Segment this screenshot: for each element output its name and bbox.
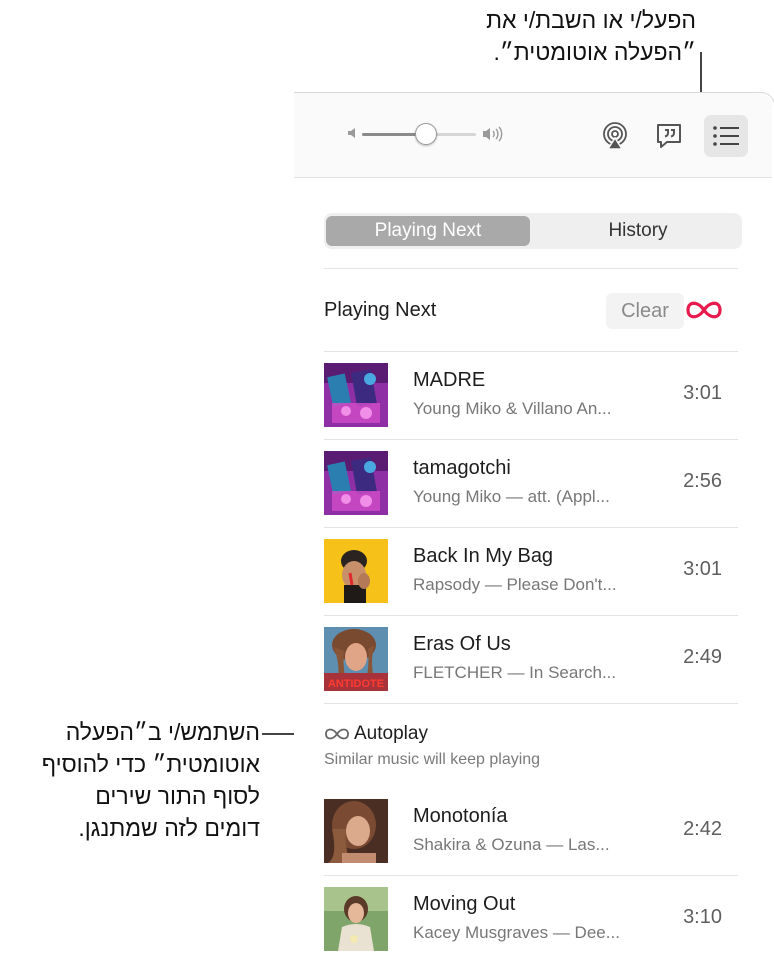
queue-tabs: Playing Next History: [324, 213, 742, 249]
autoplay-track-row[interactable]: Moving Out Kacey Musgraves — Dee... 3:10: [324, 875, 738, 961]
toolbar-divider: [294, 177, 772, 178]
track-subtitle: FLETCHER — In Search...: [413, 663, 617, 682]
track-title: Moving Out: [413, 893, 516, 915]
album-artwork: ANTIDOTE: [324, 627, 388, 691]
callout-enable-autoplay: הפעל/י או השבת/י את ״הפעלה אוטומטית״.: [486, 4, 696, 68]
queue-track-row[interactable]: MADRE Young Miko & Villano An... 3:01: [324, 351, 738, 437]
track-duration: 3:01: [683, 382, 722, 404]
album-art-text: ANTIDOTE: [328, 678, 384, 690]
clear-button[interactable]: Clear: [606, 293, 684, 329]
track-title: Eras Of Us: [413, 633, 511, 655]
track-duration: 2:42: [683, 818, 722, 840]
toolbar: [294, 93, 772, 177]
volume-high-icon: [483, 126, 503, 142]
infinity-icon: [325, 728, 349, 740]
track-duration: 2:56: [683, 470, 722, 492]
section-title: Playing Next: [324, 299, 437, 321]
track-title: MADRE: [413, 369, 486, 391]
track-subtitle: Shakira & Ozuna — Las...: [413, 835, 610, 854]
queue-track-row[interactable]: Back In My Bag Rapsody — Please Don't...…: [324, 527, 738, 613]
queue-button[interactable]: [704, 115, 748, 157]
autoplay-toggle-infinity-icon[interactable]: [684, 297, 724, 323]
queue-track-row[interactable]: tamagotchi Young Miko — att. (Appl... 2:…: [324, 439, 738, 525]
track-duration: 2:49: [683, 646, 722, 668]
autoplay-label: Autoplay: [354, 723, 428, 744]
callout-line: ״הפעלה אוטומטית״.: [493, 39, 696, 65]
album-artwork: [324, 363, 388, 427]
volume-slider[interactable]: [362, 123, 476, 145]
tab-history[interactable]: History: [536, 216, 740, 246]
album-artwork: [324, 799, 388, 863]
callout-line: אוטומטית״ כדי להוסיף: [41, 751, 260, 777]
callout-line: הפעל/י או השבת/י את: [486, 7, 696, 33]
autoplay-track-row[interactable]: Monotonía Shakira & Ozuna — Las... 2:42: [324, 787, 738, 873]
lyrics-icon[interactable]: [654, 121, 684, 151]
callout-line: השתמש/י ב״הפעלה: [65, 719, 260, 745]
airplay-icon[interactable]: [600, 121, 630, 151]
album-artwork: [324, 887, 388, 951]
divider: [324, 268, 738, 269]
queue-track-row[interactable]: ANTIDOTE Eras Of Us FLETCHER — In Search…: [324, 615, 738, 701]
callout-line: דומים לזה שמתנגן.: [78, 815, 260, 841]
track-title: tamagotchi: [413, 457, 511, 479]
divider: [324, 703, 738, 704]
callout-use-autoplay: השתמש/י ב״הפעלה אוטומטית״ כדי להוסיף לסו…: [42, 716, 260, 844]
autoplay-section-header: Autoplay Similar music will keep playing: [324, 721, 738, 771]
album-artwork: [324, 451, 388, 515]
track-title: Monotonía: [413, 805, 508, 827]
track-duration: 3:10: [683, 906, 722, 928]
track-subtitle: Kacey Musgraves — Dee...: [413, 923, 620, 942]
callout-line: לסוף התור שירים: [95, 783, 260, 809]
track-subtitle: Young Miko & Villano An...: [413, 399, 612, 418]
album-artwork: [324, 539, 388, 603]
volume-slider-thumb[interactable]: [414, 123, 437, 145]
track-subtitle: Young Miko — att. (Appl...: [413, 487, 610, 506]
tab-playing-next[interactable]: Playing Next: [326, 216, 530, 246]
volume-low-icon: [348, 128, 355, 138]
track-duration: 3:01: [683, 558, 722, 580]
track-subtitle: Rapsody — Please Don't...: [413, 575, 617, 594]
track-title: Back In My Bag: [413, 545, 554, 567]
queue-list-icon: [713, 126, 739, 146]
queue-panel: Playing Next History Playing Next Clear …: [294, 92, 774, 973]
autoplay-description: Similar music will keep playing: [324, 751, 541, 768]
